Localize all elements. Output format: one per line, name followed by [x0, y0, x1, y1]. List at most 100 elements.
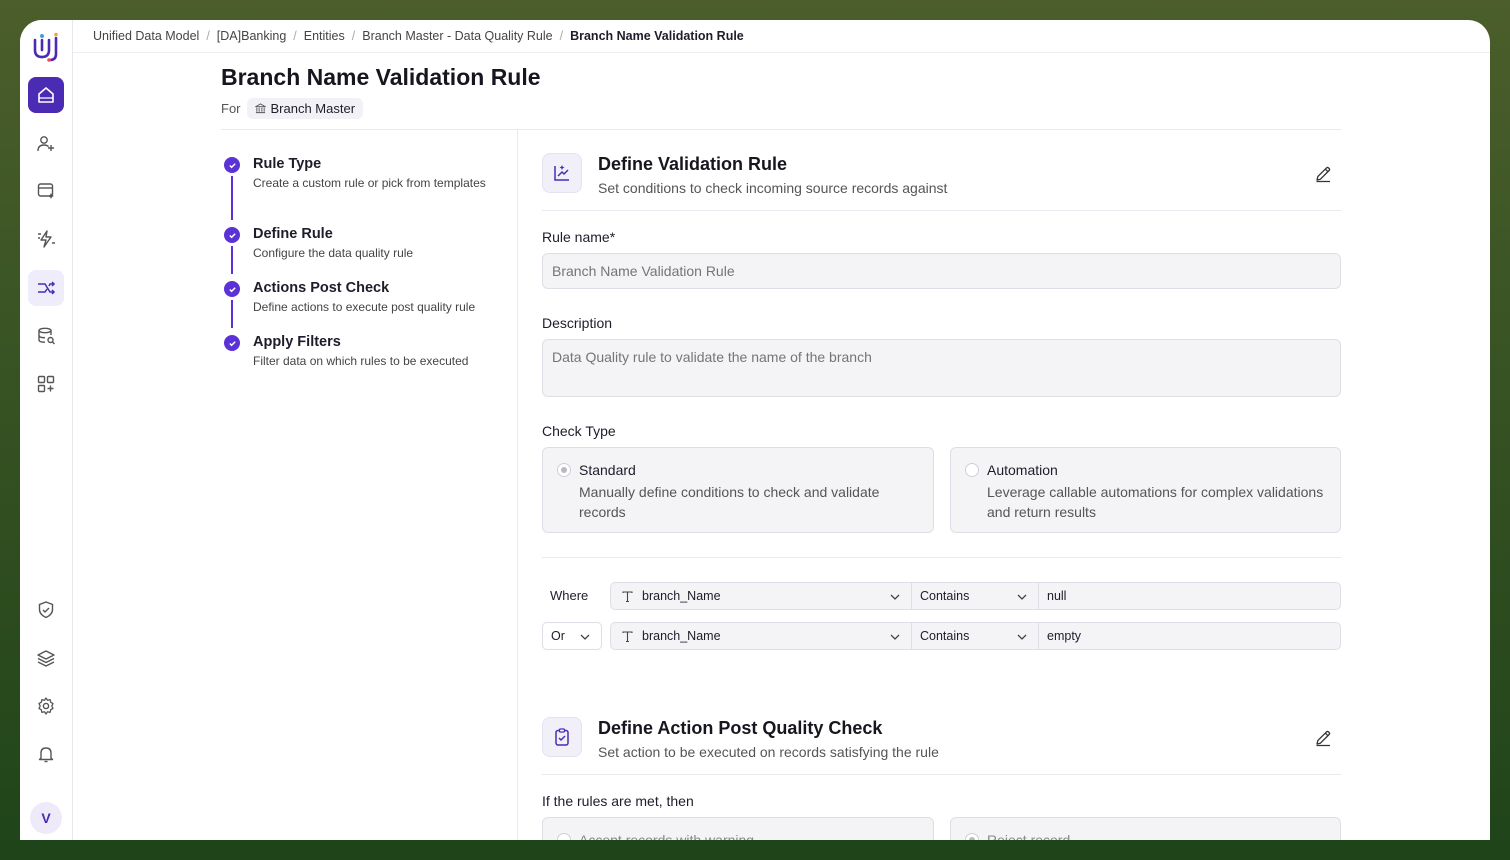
breadcrumb-item[interactable]: [DA]Banking: [217, 29, 286, 43]
bottom-frame-edge: [0, 840, 1510, 860]
transform-icon: [38, 281, 56, 295]
layers-icon: [37, 650, 55, 667]
option-title: Accept records with warning: [579, 832, 755, 840]
grid-add-icon: [37, 375, 55, 393]
connector-select[interactable]: Or: [542, 622, 602, 650]
pencil-icon: [1316, 166, 1331, 183]
rail-home-button[interactable]: [28, 77, 64, 113]
accept-with-warning-option[interactable]: Accept records with warning: [542, 817, 934, 840]
page-title: Branch Name Validation Rule: [221, 64, 541, 90]
settings-icon: [38, 697, 54, 715]
home-icon: [38, 87, 54, 103]
radio-unselected: [557, 833, 571, 840]
stepper: Rule Type Create a custom rule or pick f…: [221, 155, 501, 373]
option-title: Automation: [987, 462, 1058, 478]
database-search-icon: [38, 327, 55, 345]
side-rail: V: [20, 20, 73, 840]
operator-name: Contains: [920, 629, 970, 643]
rule-name-label: Rule name*: [542, 229, 616, 245]
radio-selected: [965, 833, 979, 840]
radio-unselected: [965, 463, 979, 477]
rule-name-input[interactable]: [542, 253, 1341, 289]
text-type-icon: [622, 630, 633, 642]
condition-operator-select[interactable]: Contains: [912, 622, 1039, 650]
step-actions-post-check[interactable]: Actions Post Check Define actions to exe…: [221, 279, 501, 333]
check-circle-icon: [224, 227, 240, 243]
step-title: Apply Filters: [253, 334, 341, 350]
logo-icon: [33, 32, 58, 62]
radio-selected: [557, 463, 571, 477]
rules-met-label: If the rules are met, then: [542, 793, 694, 809]
step-connector: [231, 300, 233, 328]
validation-rule-icon: [542, 153, 582, 193]
user-avatar[interactable]: V: [30, 802, 62, 834]
connector-value: Or: [551, 629, 565, 643]
step-rule-type[interactable]: Rule Type Create a custom rule or pick f…: [221, 155, 501, 225]
step-connector: [231, 176, 233, 220]
app-window: V Unified Data Model / [DA]Banking / Ent…: [20, 20, 1490, 840]
step-desc: Define actions to execute post quality r…: [253, 300, 476, 314]
section-title: Define Action Post Quality Check: [598, 718, 883, 738]
step-title: Actions Post Check: [253, 280, 390, 296]
step-desc: Configure the data quality rule: [253, 246, 414, 260]
breadcrumb-item[interactable]: Branch Master - Data Quality Rule: [362, 29, 552, 43]
breadcrumb-item[interactable]: Entities: [304, 29, 345, 43]
operator-name: Contains: [920, 589, 970, 603]
section-divider: [542, 210, 1341, 211]
condition-value-input[interactable]: empty: [1039, 622, 1341, 650]
rail-tables-button[interactable]: [28, 173, 64, 209]
edit-rule-button[interactable]: [1311, 162, 1335, 186]
zap-icon: [38, 230, 55, 248]
entity-chip[interactable]: Branch Master: [246, 98, 364, 119]
chevron-down-icon: [1017, 634, 1027, 640]
breadcrumb-item[interactable]: Unified Data Model: [93, 29, 199, 43]
chevron-down-icon: [890, 594, 900, 600]
rail-automation-button[interactable]: [28, 221, 64, 257]
field-name: branch_Name: [642, 629, 721, 643]
rail-transform-button[interactable]: [28, 270, 64, 306]
step-define-rule[interactable]: Define Rule Configure the data quality r…: [221, 225, 501, 279]
rail-users-button[interactable]: [28, 126, 64, 162]
step-title: Define Rule: [253, 226, 333, 242]
rail-layers-button[interactable]: [28, 640, 64, 676]
chevron-down-icon: [890, 634, 900, 640]
check-type-label: Check Type: [542, 423, 616, 439]
check-circle-icon: [224, 281, 240, 297]
section-title: Define Validation Rule: [598, 154, 788, 174]
condition-field-select[interactable]: branch_Name: [610, 582, 912, 610]
condition-operator-select[interactable]: Contains: [912, 582, 1039, 610]
section-subtitle: Set action to be executed on records sat…: [598, 744, 939, 760]
condition-field-select[interactable]: branch_Name: [610, 622, 912, 650]
check-type-standard-option[interactable]: Standard Manually define conditions to c…: [542, 447, 934, 533]
step-apply-filters[interactable]: Apply Filters Filter data on which rules…: [221, 333, 501, 373]
rail-notifications-button[interactable]: [28, 736, 64, 772]
edit-action-button[interactable]: [1311, 726, 1335, 750]
pencil-icon: [1316, 730, 1331, 747]
for-label: For: [221, 101, 241, 116]
option-title: Reject record: [987, 832, 1071, 840]
rail-apps-button[interactable]: [28, 366, 64, 402]
rail-settings-button[interactable]: [28, 688, 64, 724]
breadcrumb-current: Branch Name Validation Rule: [570, 29, 744, 43]
text-type-icon: [622, 590, 633, 602]
field-name: branch_Name: [642, 589, 721, 603]
option-desc: Manually define conditions to check and …: [579, 484, 880, 520]
rail-database-button[interactable]: [28, 318, 64, 354]
option-title: Standard: [579, 462, 636, 478]
sparkle-table-icon: [37, 183, 54, 199]
reject-record-option[interactable]: Reject record: [950, 817, 1341, 840]
step-connector: [231, 246, 233, 274]
shield-icon: [38, 601, 54, 619]
breadcrumb-separator: /: [293, 29, 297, 43]
bank-icon: [254, 103, 266, 114]
breadcrumb-separator: /: [206, 29, 210, 43]
users-icon: [37, 136, 54, 152]
bell-icon: [38, 747, 54, 763]
condition-value-input[interactable]: null: [1039, 582, 1341, 610]
check-type-automation-option[interactable]: Automation Leverage callable automations…: [950, 447, 1341, 533]
entity-name: Branch Master: [270, 101, 356, 116]
description-textarea[interactable]: [542, 339, 1341, 397]
rail-security-button[interactable]: [28, 592, 64, 628]
option-desc: Leverage callable automations for comple…: [987, 484, 1324, 520]
where-label: Where: [550, 588, 589, 603]
